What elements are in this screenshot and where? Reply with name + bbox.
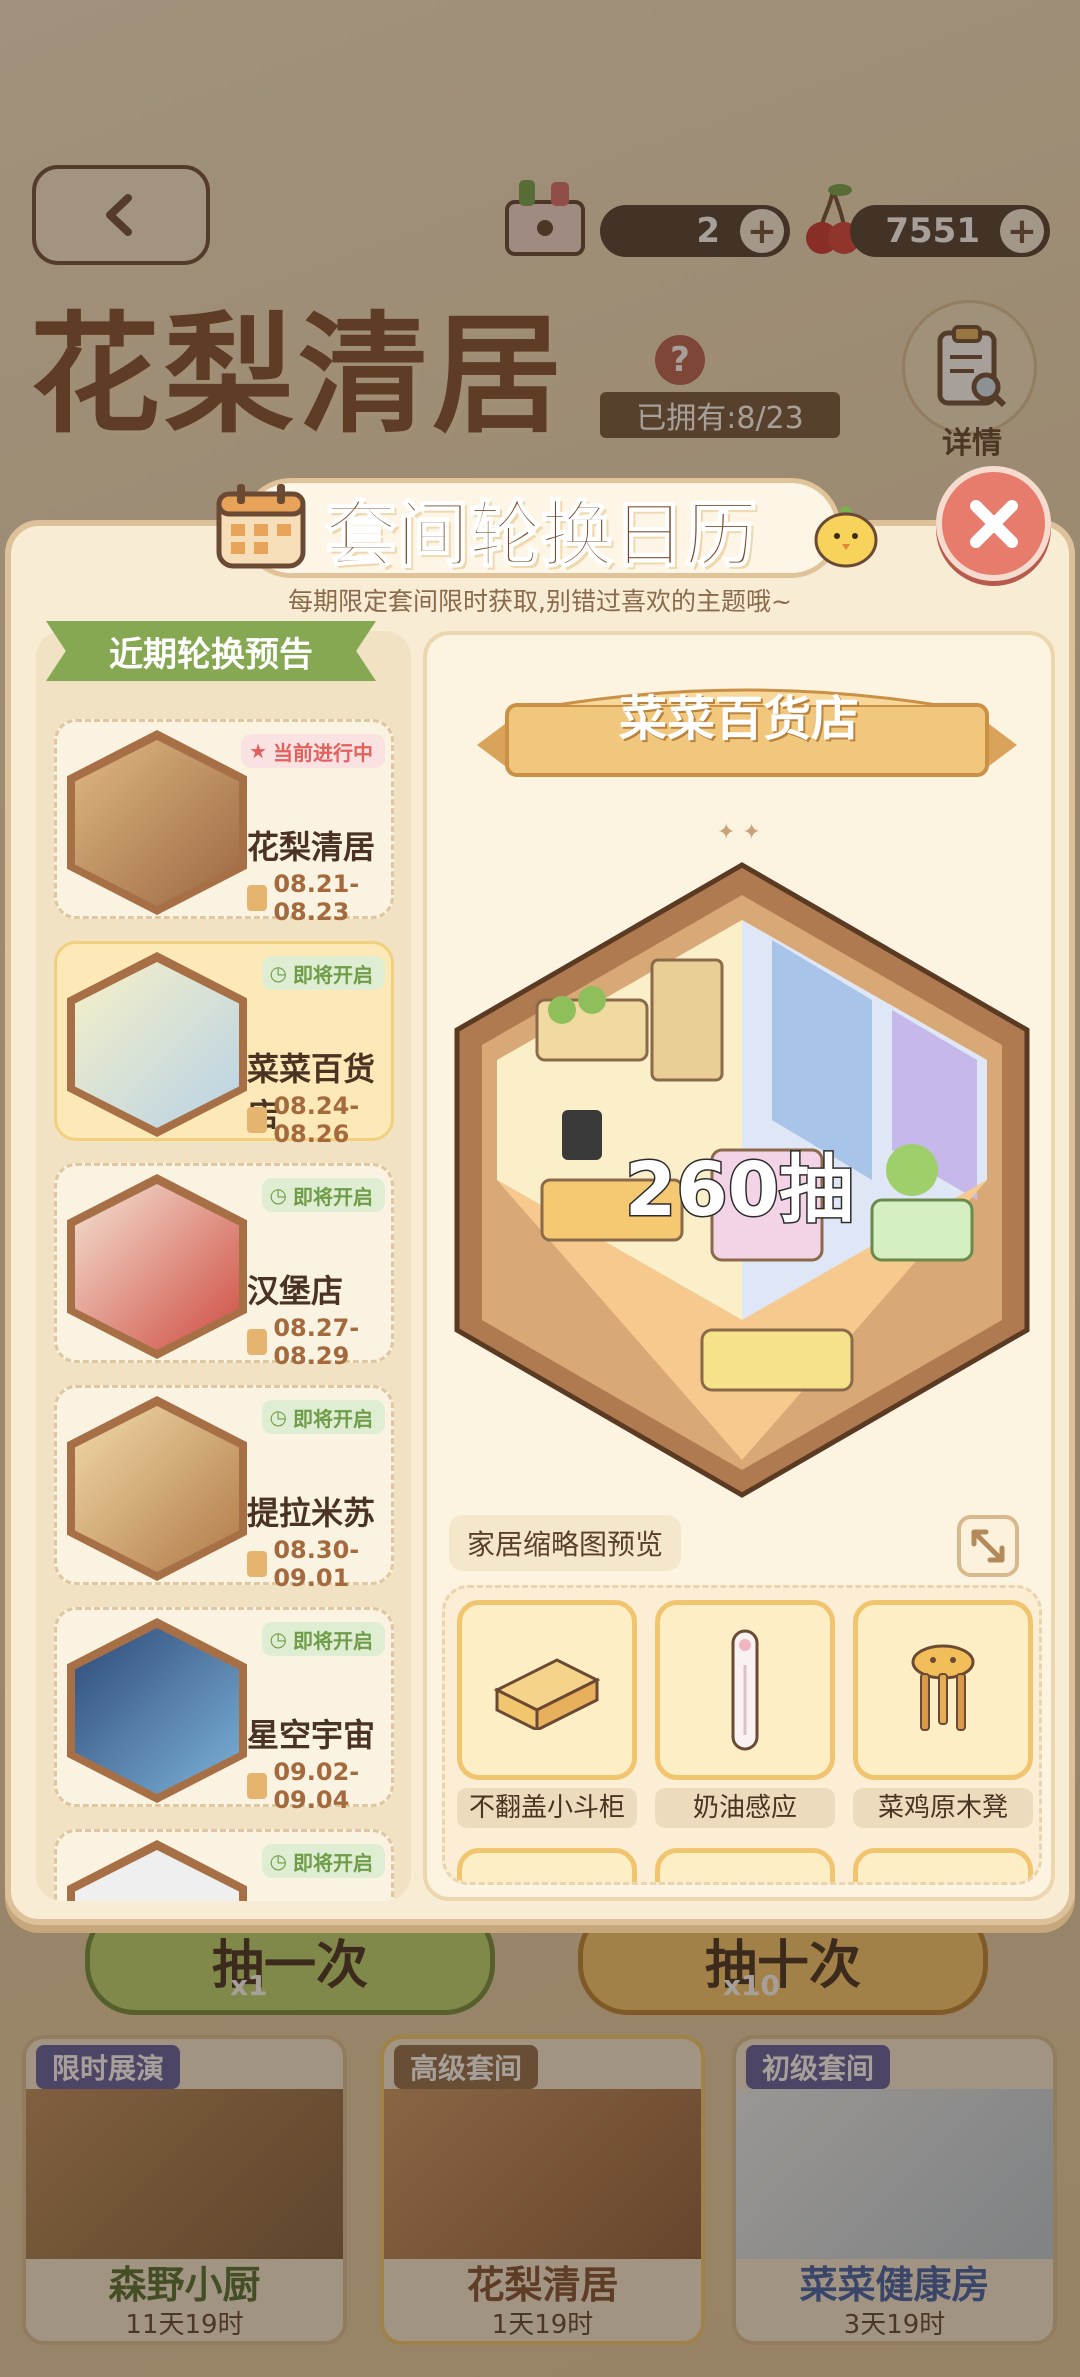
status-badge: ★ 当前进行中 <box>241 734 385 768</box>
clock-icon: ◷ <box>269 961 287 985</box>
item-date: 09.02-09.04 <box>247 1758 391 1814</box>
calendar-icon <box>247 1107 268 1133</box>
calendar-icon <box>216 484 306 569</box>
furniture-item-peek <box>853 1848 1033 1882</box>
modal-title-plate: 套间轮换日历 <box>221 468 861 588</box>
schedule-list[interactable]: ★当前进行中 花梨清居 08.21-08.23 ◷即将开启 菜菜百货店 08.2… <box>36 631 411 1901</box>
item-date: 08.21-08.23 <box>247 870 391 926</box>
schedule-item-caicai-store[interactable]: ◷即将开启 菜菜百货店 08.24-08.26 <box>54 941 394 1148</box>
calendar-icon <box>247 1329 268 1355</box>
clock-icon: ◷ <box>269 1405 287 1429</box>
clock-icon: ◷ <box>269 1627 287 1651</box>
item-name: 提拉米苏 <box>247 1494 376 1532</box>
chick-icon <box>814 506 878 568</box>
schedule-item-huali[interactable]: ★ 当前进行中 花梨清居 08.21-08.23 <box>54 719 394 926</box>
item-box <box>853 1600 1033 1780</box>
close-icon <box>969 499 1018 548</box>
item-name: 汉堡店 <box>247 1272 344 1310</box>
item-date: 08.24-08.26 <box>247 1092 391 1148</box>
star-icon: ★ <box>249 739 267 763</box>
rotation-calendar-modal: 套间轮换日历 每期限定套间限时获取,别错过喜欢的主题哦~ 近期轮换预告 ★ 当前进… <box>5 466 1075 1925</box>
expand-button[interactable] <box>957 1515 1019 1577</box>
item-label: 不翻盖小斗柜 <box>457 1788 637 1828</box>
item-box <box>457 1600 637 1780</box>
room-name: 菜菜百货店 <box>618 691 859 747</box>
item-name: 花梨清居 <box>247 828 376 866</box>
light-stick-icon <box>731 1629 759 1751</box>
preview-label: 家居缩略图预览 <box>449 1515 682 1571</box>
expand-icon <box>971 1529 1005 1563</box>
furniture-item[interactable]: 菜鸡原木凳 <box>853 1600 1033 1828</box>
item-label: 奶油感应 <box>655 1788 835 1828</box>
clock-icon: ◷ <box>269 1849 287 1873</box>
schedule-item-tiramisu[interactable]: ◷ 即将开启 提拉米苏 08.30-09.01 <box>54 1385 394 1592</box>
modal-title: 套间轮换日历 <box>324 491 758 578</box>
furniture-grid[interactable]: 不翻盖小斗柜 奶油感应 菜鸡原木凳 <box>442 1585 1042 1885</box>
schedule-item-burger[interactable]: ◷ 即将开启 汉堡店 08.27-08.29 <box>54 1163 394 1370</box>
item-name: 星空宇宙 <box>247 1716 376 1754</box>
status-badge: ◷ 即将开启 <box>261 956 385 990</box>
schedule-item-next[interactable]: ◷ 即将开启 <box>54 1829 394 1901</box>
item-label: 菜鸡原木凳 <box>853 1788 1033 1828</box>
furniture-item-peek <box>655 1848 835 1882</box>
item-date: 08.27-08.29 <box>247 1314 391 1370</box>
cabinet-icon <box>493 1658 601 1730</box>
status-badge: ◷ 即将开启 <box>261 1622 385 1656</box>
status-badge: ◷ 即将开启 <box>261 1178 385 1212</box>
item-box <box>655 1600 835 1780</box>
sparkle-icon: ✦ ✦ <box>717 820 761 845</box>
item-date: 08.30-09.01 <box>247 1536 391 1592</box>
calendar-icon <box>247 1773 268 1799</box>
room-detail-panel: 菜菜百货店 ✦ ✦ 260抽 家居缩略图预览 不翻盖小斗柜 奶油感应 菜鸡原木凳 <box>423 631 1055 1901</box>
pull-count: 260抽 <box>623 1146 854 1235</box>
modal-subtitle: 每期限定套间限时获取,别错过喜欢的主题哦~ <box>288 587 792 616</box>
list-header: 近期轮换预告 <box>46 621 376 681</box>
schedule-item-starry-space[interactable]: ◷ 即将开启 星空宇宙 09.02-09.04 <box>54 1607 394 1814</box>
status-badge: ◷ 即将开启 <box>261 1400 385 1434</box>
furniture-item[interactable]: 奶油感应 <box>655 1600 835 1828</box>
furniture-item-peek <box>457 1848 637 1882</box>
clock-icon: ◷ <box>269 1183 287 1207</box>
calendar-icon <box>247 885 268 911</box>
furniture-item[interactable]: 不翻盖小斗柜 <box>457 1600 637 1828</box>
calendar-icon <box>247 1551 268 1577</box>
close-button[interactable] <box>936 466 1051 581</box>
stool-icon <box>911 1644 975 1731</box>
status-badge: ◷ 即将开启 <box>261 1844 385 1878</box>
